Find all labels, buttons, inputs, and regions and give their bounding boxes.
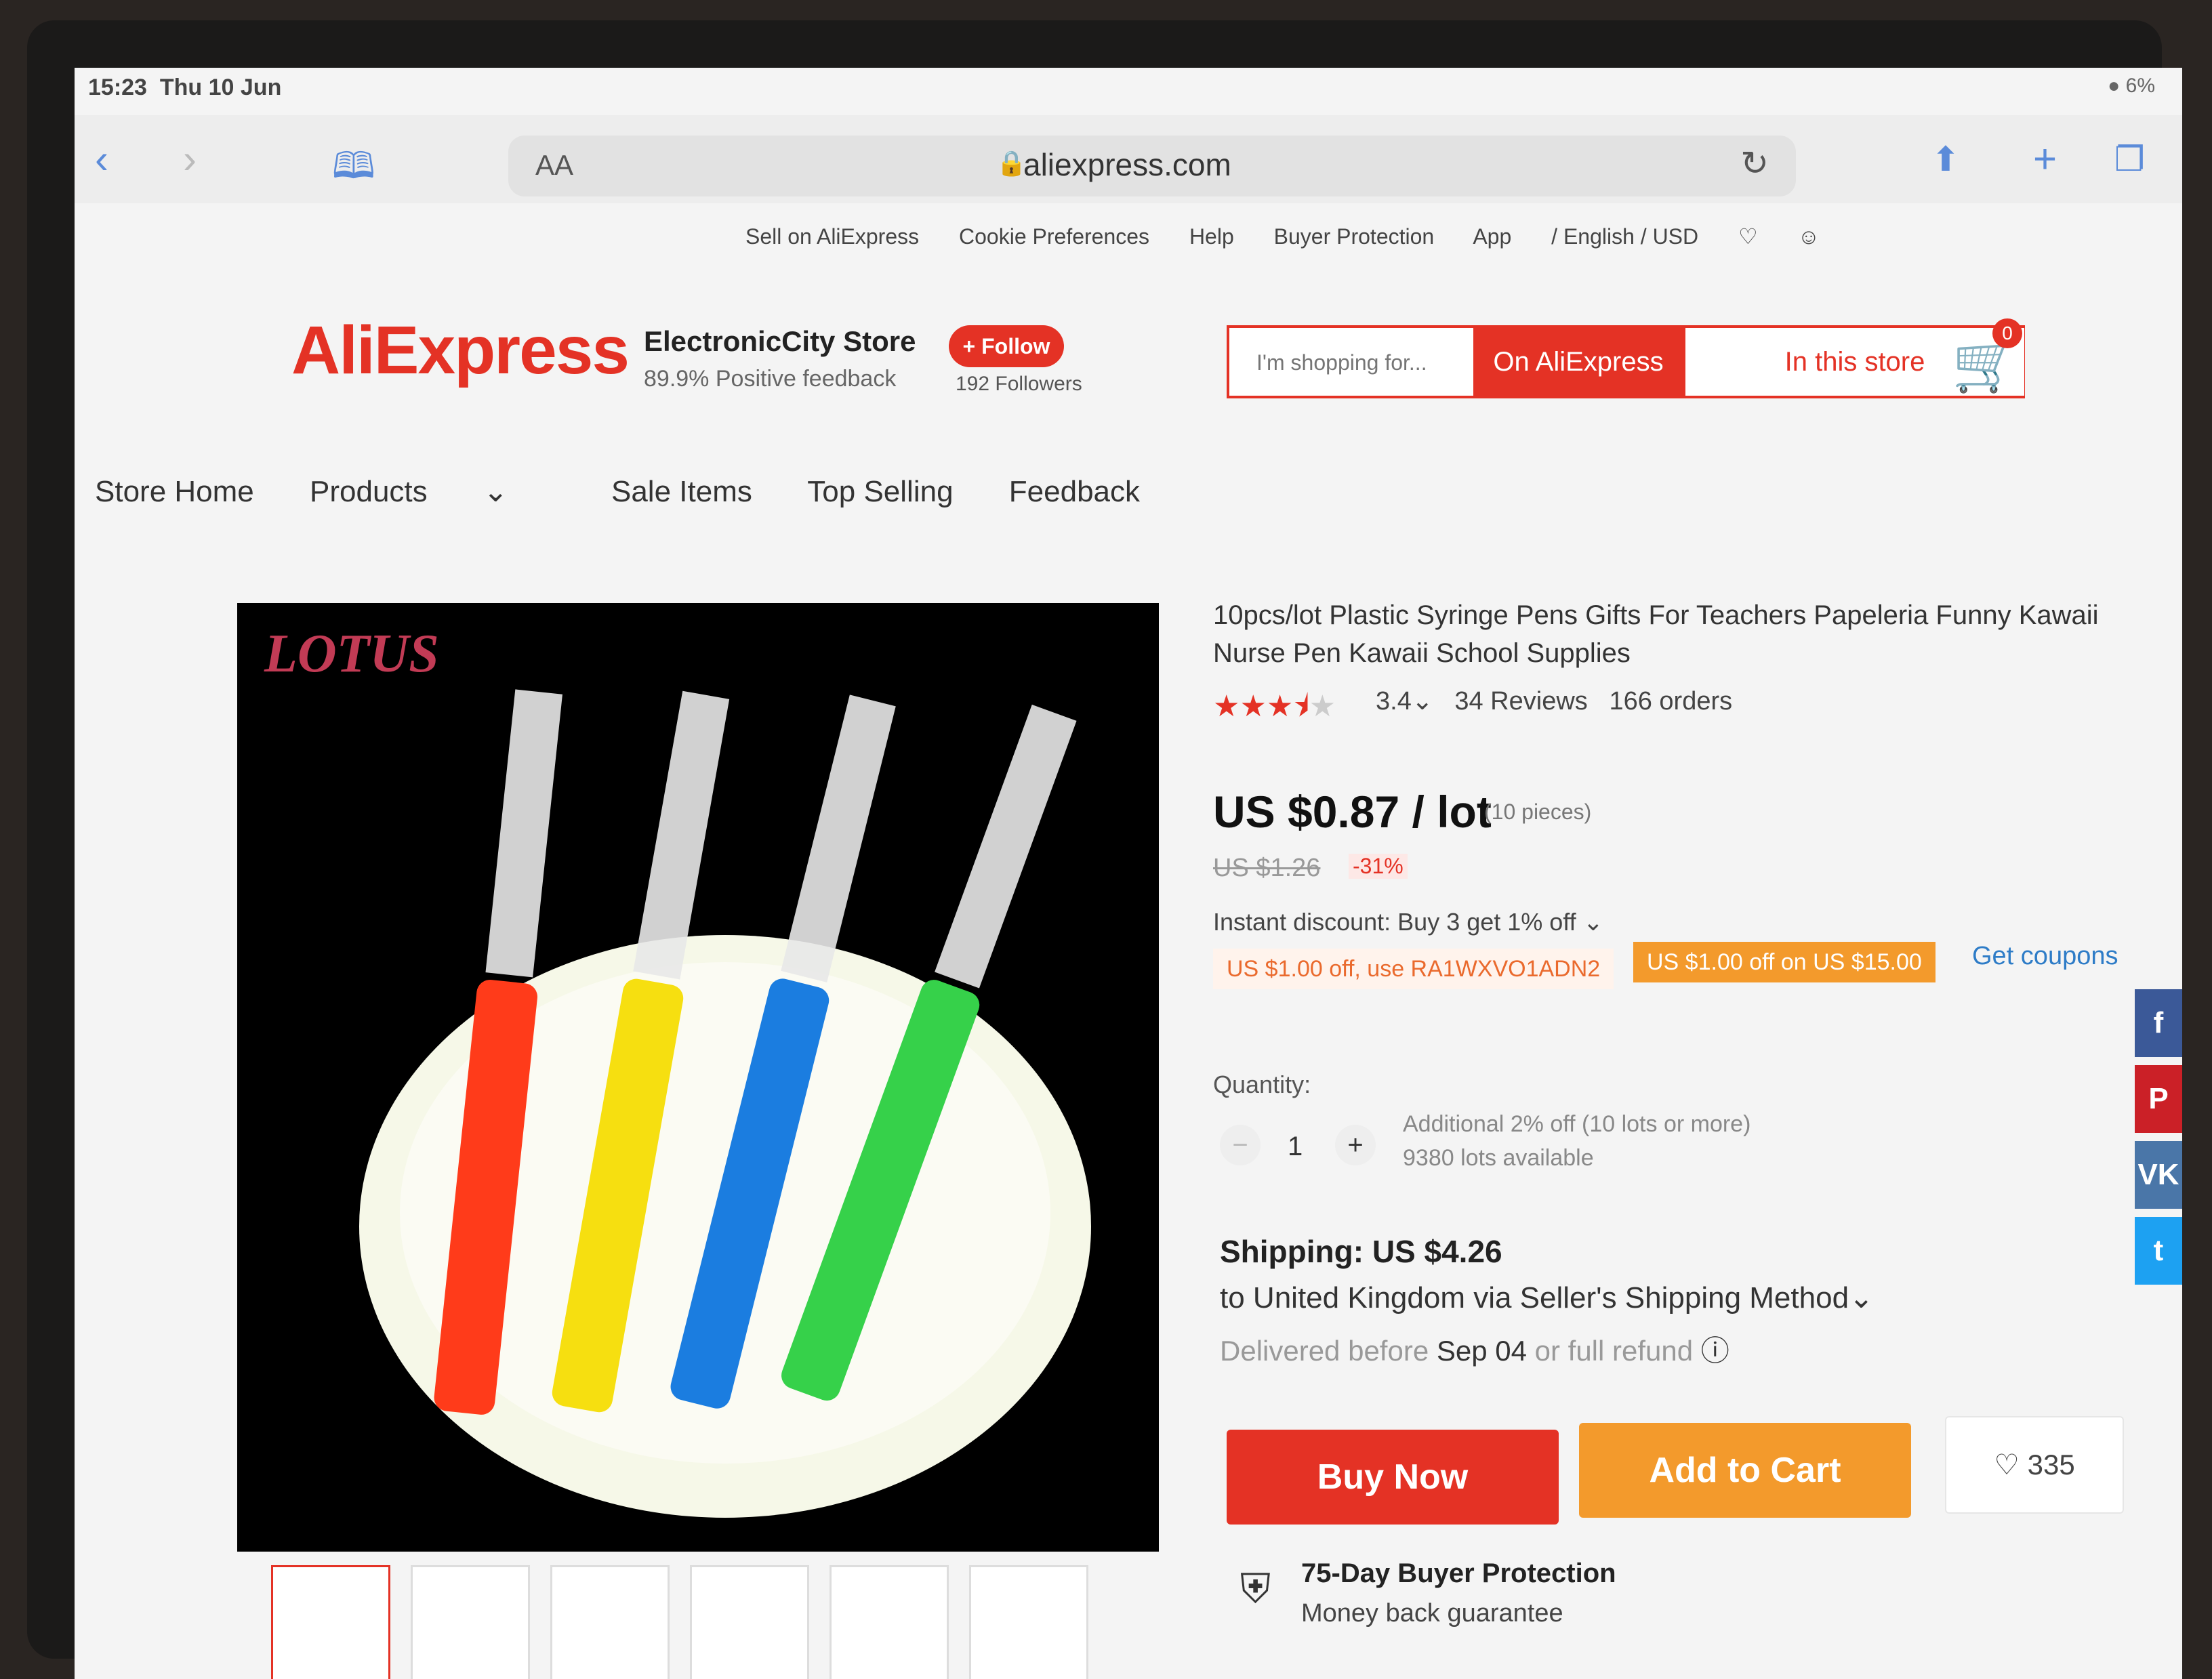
brand-watermark: LOTUS bbox=[264, 624, 439, 684]
thumbnail[interactable] bbox=[271, 1565, 390, 1679]
syringe-pens-illustration bbox=[359, 689, 1091, 1518]
help-icon[interactable]: ⓘ bbox=[1701, 1335, 1729, 1367]
top-nav-buyer-protection[interactable]: Buyer Protection bbox=[1274, 224, 1435, 249]
quantity-increase-button[interactable]: + bbox=[1335, 1125, 1376, 1165]
store-nav-feedback[interactable]: Feedback bbox=[1009, 475, 1140, 508]
top-nav-sell[interactable]: Sell on AliExpress bbox=[745, 224, 919, 249]
stock-available: 9380 lots available bbox=[1403, 1145, 1594, 1171]
discount-badge: -31% bbox=[1349, 854, 1408, 879]
heart-icon: ♡ bbox=[1994, 1449, 2020, 1480]
store-name[interactable]: ElectronicCity Store bbox=[644, 325, 916, 358]
store-feedback: 89.9% Positive feedback bbox=[644, 366, 897, 392]
lock-icon: 🔒 bbox=[996, 149, 1027, 177]
delivery-estimate: Delivered before Sep 04 or full refund ⓘ bbox=[1220, 1335, 1729, 1367]
shield-icon: ⛨ bbox=[1240, 1566, 1271, 1611]
add-to-cart-button[interactable]: Add to Cart bbox=[1579, 1423, 1911, 1518]
store-nav-top-selling[interactable]: Top Selling bbox=[807, 475, 953, 508]
back-icon[interactable]: ‹ bbox=[95, 136, 108, 182]
product-title: 10pcs/lot Plastic Syringe Pens Gifts For… bbox=[1213, 600, 2099, 668]
pieces-note: (10 pieces) bbox=[1484, 800, 1592, 824]
twitter-icon[interactable]: t bbox=[2135, 1217, 2182, 1285]
wishlist-button[interactable]: ♡ 335 bbox=[1945, 1416, 2124, 1514]
social-share-bar: f P VK t bbox=[2135, 989, 2182, 1293]
store-nav-home[interactable]: Store Home bbox=[95, 475, 254, 508]
bookmarks-icon[interactable]: 🕮 bbox=[332, 140, 375, 202]
followers-count: 192 Followers bbox=[956, 373, 1082, 395]
status-time: 15:23 Thu 10 Jun bbox=[88, 75, 282, 100]
quantity-label: Quantity: bbox=[1213, 1071, 1311, 1098]
buyer-protection-title: 75-Day Buyer Protection bbox=[1301, 1558, 1616, 1588]
rating-stars: ★★★⯨★ bbox=[1213, 690, 1336, 723]
rating-summary[interactable]: 3.4⌄ 34 Reviews 166 orders bbox=[1376, 686, 1732, 716]
tabs-icon[interactable]: ❐ bbox=[2114, 140, 2145, 179]
store-nav-products[interactable]: Products ⌄ bbox=[310, 475, 556, 508]
get-coupons-link[interactable]: Get coupons bbox=[1972, 942, 2118, 971]
top-nav: Sell on AliExpress Cookie Preferences He… bbox=[745, 224, 1853, 249]
share-icon[interactable]: ⬆ bbox=[1931, 140, 1960, 179]
buyer-protection-subtitle: Money back guarantee bbox=[1301, 1599, 1563, 1628]
product-main-image[interactable]: LOTUS bbox=[237, 603, 1159, 1552]
reader-button[interactable]: AA bbox=[535, 149, 573, 182]
thumbnail[interactable] bbox=[550, 1565, 670, 1679]
user-icon[interactable]: ☺ bbox=[1798, 224, 1820, 249]
chevron-down-icon: ⌄ bbox=[1849, 1281, 1874, 1314]
product-price: US $0.87 / lot bbox=[1213, 787, 1492, 837]
top-nav-language[interactable]: / English / USD bbox=[1551, 224, 1698, 249]
tablet-frame: 15:23 Thu 10 Jun ● 6% ‹ › 🕮 AA 🔒 aliexpr… bbox=[27, 20, 2182, 1679]
thumbnail[interactable] bbox=[969, 1565, 1088, 1679]
top-nav-cookies[interactable]: Cookie Preferences bbox=[959, 224, 1149, 249]
shipping-method[interactable]: to United Kingdom via Seller's Shipping … bbox=[1220, 1281, 1874, 1315]
new-tab-icon[interactable]: + bbox=[2033, 136, 2057, 182]
address-bar[interactable]: AA 🔒 aliexpress.com ↻ bbox=[508, 136, 1796, 196]
vk-icon[interactable]: VK bbox=[2135, 1141, 2182, 1209]
chevron-down-icon: ⌄ bbox=[1582, 908, 1603, 936]
chevron-down-icon: ⌄ bbox=[483, 475, 508, 508]
coupon-code-badge[interactable]: US $1.00 off, use RA1WXVO1ADN2 bbox=[1213, 949, 1614, 989]
status-battery: ● 6% bbox=[2108, 75, 2155, 97]
follow-button[interactable]: + Follow bbox=[949, 325, 1064, 367]
thumbnail[interactable] bbox=[830, 1565, 949, 1679]
aliexpress-logo[interactable]: AliExpress bbox=[291, 312, 630, 390]
cart-count-badge: 0 bbox=[1992, 318, 2022, 348]
thumbnail[interactable] bbox=[690, 1565, 809, 1679]
store-nav: Store Home Products ⌄ Sale Items Top Sel… bbox=[95, 474, 1187, 509]
original-price: US $1.26 bbox=[1213, 854, 1321, 882]
reviews-count: 34 Reviews bbox=[1454, 687, 1588, 716]
facebook-icon[interactable]: f bbox=[2135, 989, 2182, 1057]
top-nav-help[interactable]: Help bbox=[1189, 224, 1234, 249]
thumbnail-strip bbox=[271, 1565, 1109, 1679]
reload-icon[interactable]: ↻ bbox=[1740, 144, 1769, 183]
bulk-discount-note: Additional 2% off (10 lots or more) bbox=[1403, 1111, 1751, 1137]
coupon-threshold-badge[interactable]: US $1.00 off on US $15.00 bbox=[1633, 942, 1936, 982]
rating-value: 3.4 bbox=[1376, 687, 1412, 716]
orders-count: 166 orders bbox=[1609, 687, 1733, 716]
store-nav-sale[interactable]: Sale Items bbox=[611, 475, 752, 508]
screen: 15:23 Thu 10 Jun ● 6% ‹ › 🕮 AA 🔒 aliexpr… bbox=[75, 68, 2182, 1679]
top-nav-app[interactable]: App bbox=[1473, 224, 1511, 249]
quantity-value[interactable]: 1 bbox=[1288, 1132, 1303, 1162]
heart-icon[interactable]: ♡ bbox=[1738, 224, 1758, 249]
pinterest-icon[interactable]: P bbox=[2135, 1065, 2182, 1133]
url-text: aliexpress.com bbox=[1023, 147, 1231, 182]
shipping-price: Shipping: US $4.26 bbox=[1220, 1234, 1502, 1269]
search-on-aliexpress-button[interactable]: On AliExpress bbox=[1473, 328, 1683, 396]
quantity-decrease-button[interactable]: − bbox=[1220, 1125, 1261, 1165]
browser-toolbar: ‹ › 🕮 AA 🔒 aliexpress.com ↻ ⬆ + ❐ bbox=[75, 115, 2182, 203]
thumbnail[interactable] bbox=[411, 1565, 530, 1679]
buy-now-button[interactable]: Buy Now bbox=[1227, 1430, 1559, 1525]
forward-icon[interactable]: › bbox=[183, 136, 197, 182]
instant-discount[interactable]: Instant discount: Buy 3 get 1% off ⌄ bbox=[1213, 908, 1603, 936]
search-input[interactable] bbox=[1229, 328, 1488, 397]
search-bar: On AliExpress In this store bbox=[1227, 325, 2025, 398]
